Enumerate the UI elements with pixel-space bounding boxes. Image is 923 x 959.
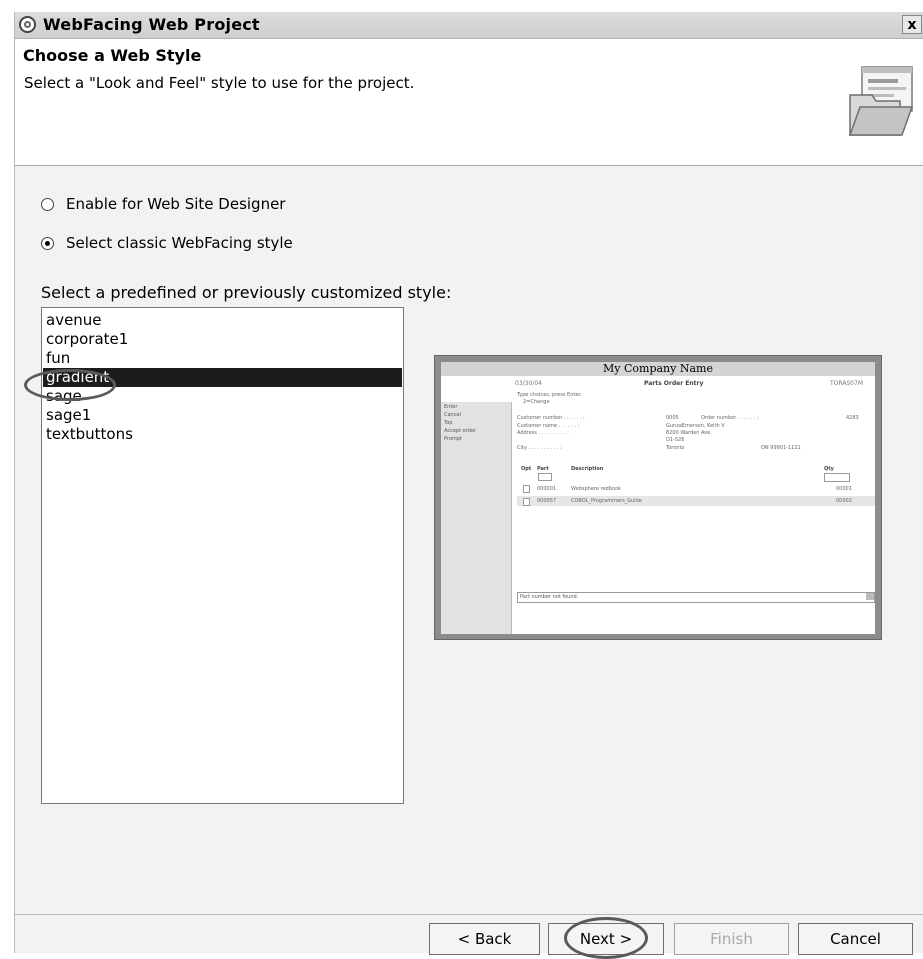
next-button[interactable]: Next > — [548, 923, 664, 955]
preview-city-label: City . . . . . . . . . . : — [517, 445, 562, 451]
preview-instructions: Type choices, press Enter. — [517, 392, 582, 398]
wizard-window: WebFacing Web Project x Choose a Web Sty… — [14, 12, 923, 959]
wizard-header: Choose a Web Style Select a "Look and Fe… — [15, 39, 923, 166]
finish-button[interactable]: Finish — [674, 923, 789, 955]
preview-menu-item: Top — [444, 420, 453, 426]
classic-webfacing-style-radio[interactable] — [41, 237, 54, 250]
preview-row-part: 000001 — [537, 486, 557, 492]
preview-customer-name-label: Customer name . . . . . . : — [517, 423, 580, 429]
footer-separator — [15, 914, 923, 915]
enable-web-site-designer-label[interactable]: Enable for Web Site Designer — [66, 195, 285, 213]
preview-menu-item: Cancel — [444, 412, 461, 418]
window-title: WebFacing Web Project — [43, 15, 260, 34]
style-list[interactable]: avenue corporate1 fun gradient sage sage… — [41, 307, 404, 804]
preview-order-number: 4283 — [846, 415, 859, 421]
preview-col-part: Part — [537, 466, 549, 472]
preview-page: My Company Name 03/30/04 Parts Order Ent… — [441, 362, 875, 634]
preview-postal: ON 99901-1121 — [761, 445, 801, 451]
title-bar: WebFacing Web Project x — [15, 12, 923, 39]
preview-message: Part number not found. — [520, 594, 579, 600]
classic-webfacing-style-label[interactable]: Select classic WebFacing style — [66, 234, 293, 252]
preview-col-qty: Qty — [824, 466, 834, 472]
preview-menu-item: Prompt — [444, 436, 462, 442]
preview-part-input — [538, 473, 552, 481]
app-icon — [19, 16, 36, 33]
preview-menu-item: Accept order — [444, 428, 476, 434]
preview-city: Toronto — [666, 445, 685, 451]
preview-instructions-2: 2=Change — [523, 399, 550, 405]
page-description: Select a "Look and Feel" style to use fo… — [24, 74, 415, 92]
preview-col-description: Description — [571, 466, 604, 472]
preview-company-name: My Company Name — [441, 362, 875, 376]
preview-opt-input — [523, 498, 530, 506]
preview-scroll-icon — [866, 593, 874, 600]
style-list-label: Select a predefined or previously custom… — [41, 283, 452, 302]
preview-address-label: Address . . . . . . . . . : — [517, 430, 569, 436]
preview-subtitle: Parts Order Entry — [644, 380, 704, 387]
style-item-gradient[interactable]: gradient — [43, 368, 402, 387]
preview-row-qty: 00001 — [836, 486, 852, 492]
preview-row-part: 000057 — [537, 498, 557, 504]
preview-col-opt: Opt — [521, 466, 532, 472]
preview-customer-name: GunzaEmerson, Keith V — [666, 423, 725, 429]
preview-date: 03/30/04 — [515, 380, 542, 387]
preview-row-qty: 00002 — [836, 498, 852, 504]
close-button[interactable]: x — [902, 15, 922, 34]
preview-row-description: COBOL_Programmers_Guide — [571, 498, 642, 504]
back-button[interactable]: < Back — [429, 923, 540, 955]
folder-icon — [848, 66, 914, 136]
preview-user: TORAS07M — [829, 380, 863, 387]
preview-address-2: D1-526 — [666, 437, 685, 443]
style-item-sage[interactable]: sage — [43, 387, 402, 406]
preview-row-description: Websphere redbook — [571, 486, 621, 492]
preview-qty-input — [824, 473, 850, 482]
preview-menu-item: Enter — [444, 404, 458, 410]
style-item-avenue[interactable]: avenue — [43, 311, 402, 330]
style-item-corporate1[interactable]: corporate1 — [43, 330, 402, 349]
preview-customer-number: 0005 — [666, 415, 679, 421]
style-item-sage1[interactable]: sage1 — [43, 406, 402, 425]
preview-menu: Enter Cancel Top Accept order Prompt — [441, 402, 512, 634]
page-title: Choose a Web Style — [23, 46, 202, 65]
style-item-fun[interactable]: fun — [43, 349, 402, 368]
preview-message-bar: Part number not found. — [517, 592, 875, 603]
preview-customer-number-label: Customer number . . . . . . : — [517, 415, 585, 421]
preview-address: 8200 Warden Ave. — [666, 430, 712, 436]
style-item-textbuttons[interactable]: textbuttons — [43, 425, 402, 444]
enable-web-site-designer-radio[interactable] — [41, 198, 54, 211]
style-preview: My Company Name 03/30/04 Parts Order Ent… — [434, 355, 882, 640]
preview-order-number-label: Order number . . . . . . : — [701, 415, 759, 421]
preview-opt-input — [523, 485, 530, 493]
cancel-button[interactable]: Cancel — [798, 923, 913, 955]
